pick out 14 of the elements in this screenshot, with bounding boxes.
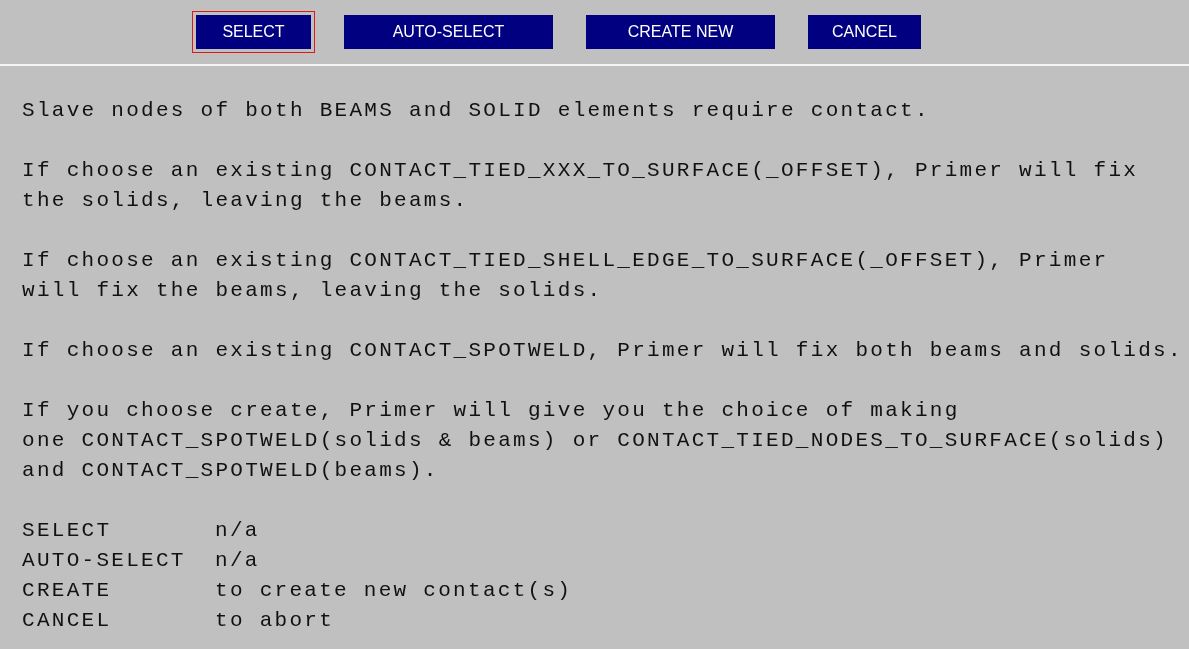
option-description: n/a: [215, 548, 261, 574]
toolbar-button[interactable]: SELECT: [192, 11, 315, 53]
help-paragraph: If choose an existing CONTACT_TIED_XXX_TO_SURFACE(_OFFSET), Primer will fix the solids, leaving the beams.: [22, 158, 1140, 214]
help-paragraph: If choose an existing CONTACT_SPOTWELD, Primer will fix both beams and solids.: [22, 338, 1184, 364]
option-description: to abort: [215, 608, 336, 634]
help-paragraph: If you choose create, Primer will give you the choice of making one CONTACT_SPOTWELD(solids & beams) or CONTACT_TIED_NODES_TO_SURFACE(solids) and CONTACT_SPOTWELD(beams).: [22, 398, 1169, 484]
help-paragraph: If choose an existing CONTACT_TIED_SHELL_EDGE_TO_SURFACE(_OFFSET), Primer will fix the beams, leaving the solids.: [22, 248, 1110, 304]
option-name: CREATE: [22, 578, 113, 604]
option-name: CANCEL: [22, 608, 113, 634]
option-name: AUTO-SELECT: [22, 548, 187, 574]
option-name: SELECT: [22, 518, 113, 544]
help-paragraph: Slave nodes of both BEAMS and SOLID elements require contact.: [22, 98, 931, 124]
option-description: to create new contact(s): [215, 578, 574, 604]
option-description: n/a: [215, 518, 261, 544]
